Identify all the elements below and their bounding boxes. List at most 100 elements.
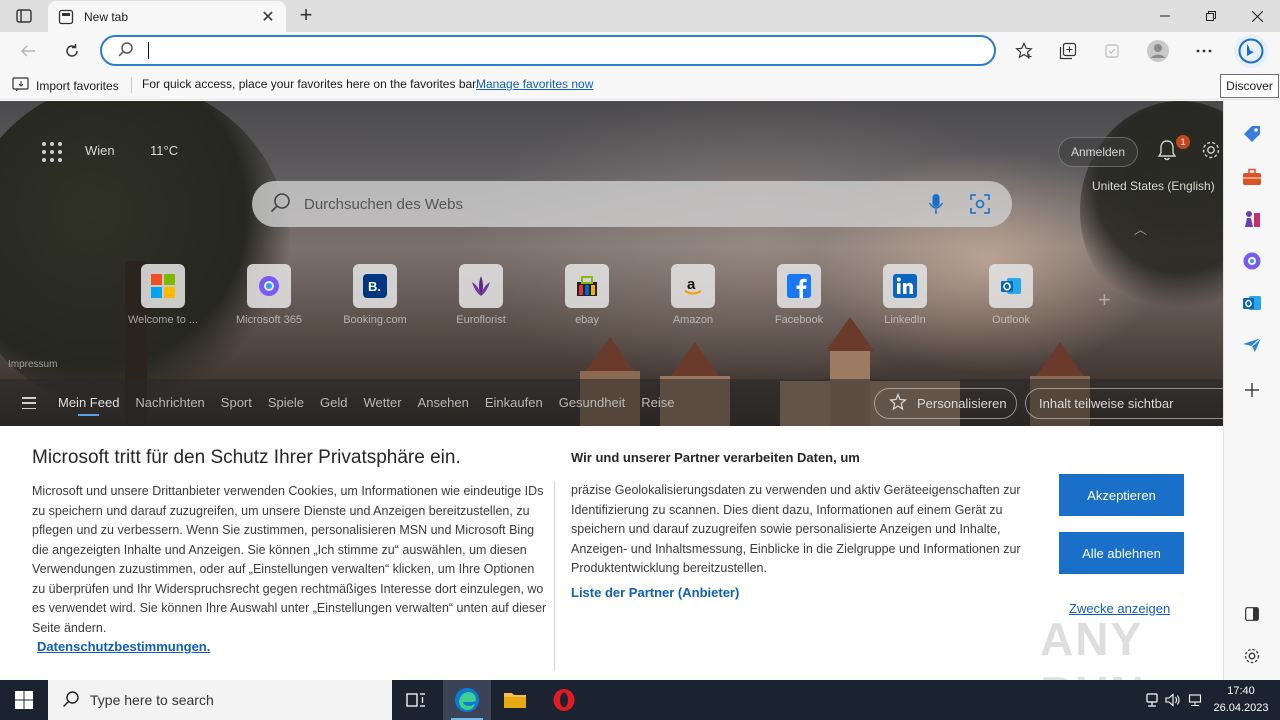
restore-button[interactable]	[1188, 0, 1234, 32]
hide-sidebar-icon[interactable]	[1240, 602, 1264, 626]
consent-divider	[554, 481, 555, 671]
windows-start-icon[interactable]	[0, 680, 48, 720]
new-tab-button[interactable]: +	[294, 4, 318, 28]
microphone-icon[interactable]	[924, 192, 948, 216]
hamburger-menu-icon[interactable]	[22, 397, 36, 409]
bing-discover-icon[interactable]	[1234, 34, 1268, 68]
games-chess-icon[interactable]	[1240, 207, 1264, 231]
accept-button[interactable]: Akzeptieren	[1059, 474, 1184, 516]
personalize-button[interactable]: Personalisieren	[874, 388, 1017, 419]
tab-actions-icon[interactable]	[10, 6, 38, 26]
quick-link-tile[interactable]: Facebook	[746, 264, 852, 326]
quick-links: Welcome to ... Microsoft 365 B. Booking.…	[110, 264, 1064, 326]
shopping-tag-icon[interactable]	[1240, 122, 1264, 146]
ebay-icon	[565, 264, 609, 308]
address-bar[interactable]	[100, 35, 996, 66]
chevron-up-icon[interactable]: ︿	[1134, 219, 1147, 238]
svg-text:a: a	[687, 276, 696, 293]
add-favorite-star-icon[interactable]	[1010, 37, 1038, 65]
search-icon	[118, 41, 134, 60]
feed-tab-gesundheit[interactable]: Gesundheit	[559, 395, 626, 410]
add-sidebar-app-icon[interactable]	[1240, 378, 1264, 402]
network-device-icon[interactable]	[1142, 693, 1162, 707]
task-view-icon[interactable]	[392, 680, 440, 720]
feed-tab-einkaufen[interactable]: Einkaufen	[485, 395, 543, 410]
import-favorites-button[interactable]: Import favorites	[12, 76, 119, 95]
quick-link-tile[interactable]: B. Booking.com	[322, 264, 428, 326]
feed-tabs: Mein Feed Nachrichten Sport Spiele Geld …	[58, 395, 690, 416]
sign-in-button[interactable]: Anmelden	[1058, 137, 1138, 167]
quick-link-label: Microsoft 365	[235, 314, 303, 326]
profile-avatar-icon[interactable]	[1144, 37, 1172, 65]
send-plane-icon[interactable]	[1240, 333, 1264, 357]
quick-link-tile[interactable]: Microsoft 365	[216, 264, 322, 326]
more-options-icon[interactable]	[1190, 37, 1218, 65]
collections-icon[interactable]	[1054, 37, 1082, 65]
feed-tab-nachrichten[interactable]: Nachrichten	[135, 395, 204, 410]
feed-tab-spiele[interactable]: Spiele	[268, 395, 304, 410]
outlook-icon	[989, 264, 1033, 308]
content-visibility-dropdown[interactable]: Inhalt teilweise sichtbar	[1025, 388, 1223, 419]
manage-favorites-link[interactable]: Manage favorites now	[476, 77, 593, 91]
apps-launcher-icon[interactable]	[42, 142, 62, 162]
privacy-policy-link[interactable]: Datenschutzbestimmungen.	[37, 639, 210, 654]
back-arrow-icon[interactable]	[14, 37, 42, 65]
consent-body: Microsoft und unsere Drittanbieter verwe…	[32, 484, 547, 635]
text-cursor	[148, 42, 149, 59]
quick-link-label: Welcome to ...	[127, 314, 199, 326]
close-tab-icon[interactable]: ✕	[260, 7, 276, 27]
microsoft365-sidebar-icon[interactable]	[1240, 249, 1264, 273]
feed-tab-wetter[interactable]: Wetter	[363, 395, 401, 410]
quick-link-tile[interactable]: Euroflorist	[428, 264, 534, 326]
reject-all-button[interactable]: Alle ablehnen	[1059, 532, 1184, 574]
quick-link-tile[interactable]: ebay	[534, 264, 640, 326]
add-shortcut-icon[interactable]: +	[1098, 287, 1111, 313]
close-window-button[interactable]	[1234, 0, 1280, 32]
new-tab-page: Wien 11°C Anmelden 1 United States (Engl…	[0, 101, 1223, 426]
partner-list-link[interactable]: Liste der Partner (Anbieter)	[571, 585, 739, 600]
volume-icon[interactable]	[1162, 693, 1184, 707]
personalize-label: Personalisieren	[917, 396, 1007, 411]
quick-link-tile[interactable]: LinkedIn	[852, 264, 958, 326]
facebook-icon	[777, 264, 821, 308]
tools-briefcase-icon[interactable]	[1240, 165, 1264, 189]
feed-tab-sport[interactable]: Sport	[221, 395, 252, 410]
visual-search-icon[interactable]	[968, 192, 992, 216]
clock-time: 17:40	[1227, 685, 1255, 697]
page-settings-gear-icon[interactable]	[1200, 139, 1222, 161]
sidebar-settings-gear-icon[interactable]	[1240, 644, 1264, 668]
edge-taskbar-icon[interactable]	[443, 680, 491, 720]
taskbar-search-box[interactable]: Type here to search	[48, 680, 392, 720]
feed-tab-mein-feed[interactable]: Mein Feed	[58, 395, 119, 416]
web-search-box[interactable]: Durchsuchen des Webs	[252, 181, 1012, 227]
privacy-consent-banner: Microsoft tritt für den Schutz Ihrer Pri…	[0, 426, 1223, 719]
quick-link-label: LinkedIn	[884, 314, 926, 326]
quick-link-tile[interactable]: a Amazon	[640, 264, 746, 326]
feed-navigation-bar: Mein Feed Nachrichten Sport Spiele Geld …	[0, 379, 1223, 426]
refresh-icon[interactable]	[58, 37, 86, 65]
minimize-button[interactable]	[1142, 0, 1188, 32]
personalize-star-icon	[889, 392, 907, 414]
edge-sidebar	[1223, 100, 1280, 680]
opera-browser-icon[interactable]	[540, 680, 588, 720]
notifications-bell-icon[interactable]	[1156, 139, 1178, 163]
favorites-bar: Import favorites For quick access, place…	[0, 70, 1280, 100]
feed-tab-reise[interactable]: Reise	[641, 395, 674, 410]
impressum-link[interactable]: Impressum	[8, 359, 57, 370]
notification-count-badge: 1	[1176, 135, 1190, 149]
quick-link-label: Outlook	[992, 314, 1030, 326]
feed-tab-geld[interactable]: Geld	[320, 395, 347, 410]
ethernet-network-icon[interactable]	[1184, 693, 1206, 707]
browser-tab-new-tab[interactable]: New tab ✕	[48, 1, 286, 32]
weather-temperature[interactable]: 11°C	[150, 143, 178, 158]
taskbar-clock[interactable]: 17:40 26.04.2023	[1210, 683, 1272, 717]
weather-city[interactable]: Wien	[85, 143, 115, 158]
browser-essentials-icon[interactable]	[1098, 37, 1126, 65]
quick-link-label: Facebook	[774, 314, 824, 326]
quick-link-tile[interactable]: Welcome to ...	[110, 264, 216, 326]
quick-link-tile[interactable]: Outlook	[958, 264, 1064, 326]
file-explorer-icon[interactable]	[491, 680, 539, 720]
region-language-selector[interactable]: United States (English)	[1092, 179, 1215, 193]
outlook-sidebar-icon[interactable]	[1240, 291, 1264, 315]
feed-tab-ansehen[interactable]: Ansehen	[418, 395, 469, 410]
